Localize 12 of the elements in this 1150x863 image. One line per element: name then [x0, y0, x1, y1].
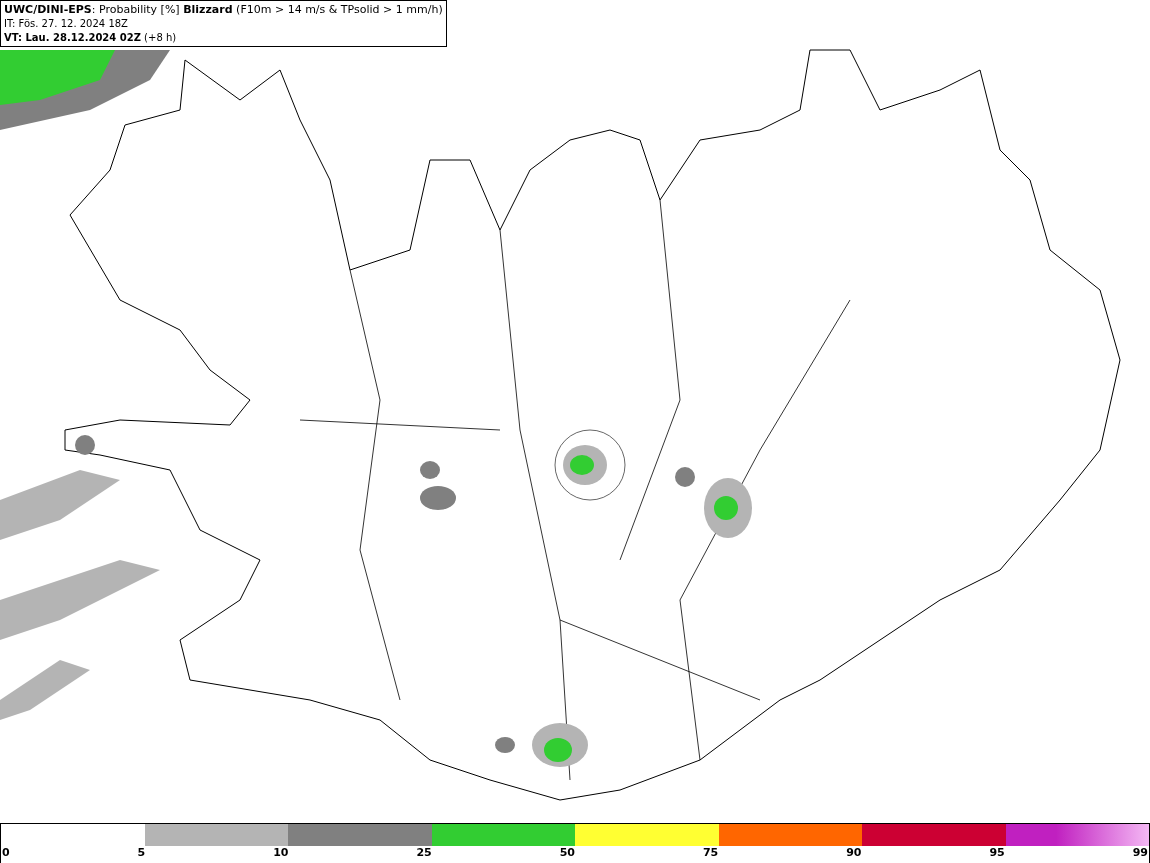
- legend-label: 90: [846, 846, 862, 860]
- legend-label: 75: [702, 846, 719, 860]
- init-time: IT: Fös. 27. 12. 2024 18Z: [4, 17, 129, 30]
- legend-label: 99: [1132, 846, 1148, 860]
- legend-label: 10: [273, 846, 289, 860]
- map-title: UWC/DINI-EPS: Probability [%] Blizzard (F10m > 14 m/s & TPsolid > 1 mm/h): [4, 3, 443, 16]
- valid-time: VT: Lau. 28.12.2024 02Z (+8 h): [4, 31, 178, 44]
- legend-label: 95: [989, 846, 1005, 860]
- legend-label: 50: [559, 846, 575, 860]
- legend-label: 5: [137, 846, 146, 860]
- legend-label: 0: [2, 846, 10, 860]
- legend-label: 25: [416, 846, 432, 860]
